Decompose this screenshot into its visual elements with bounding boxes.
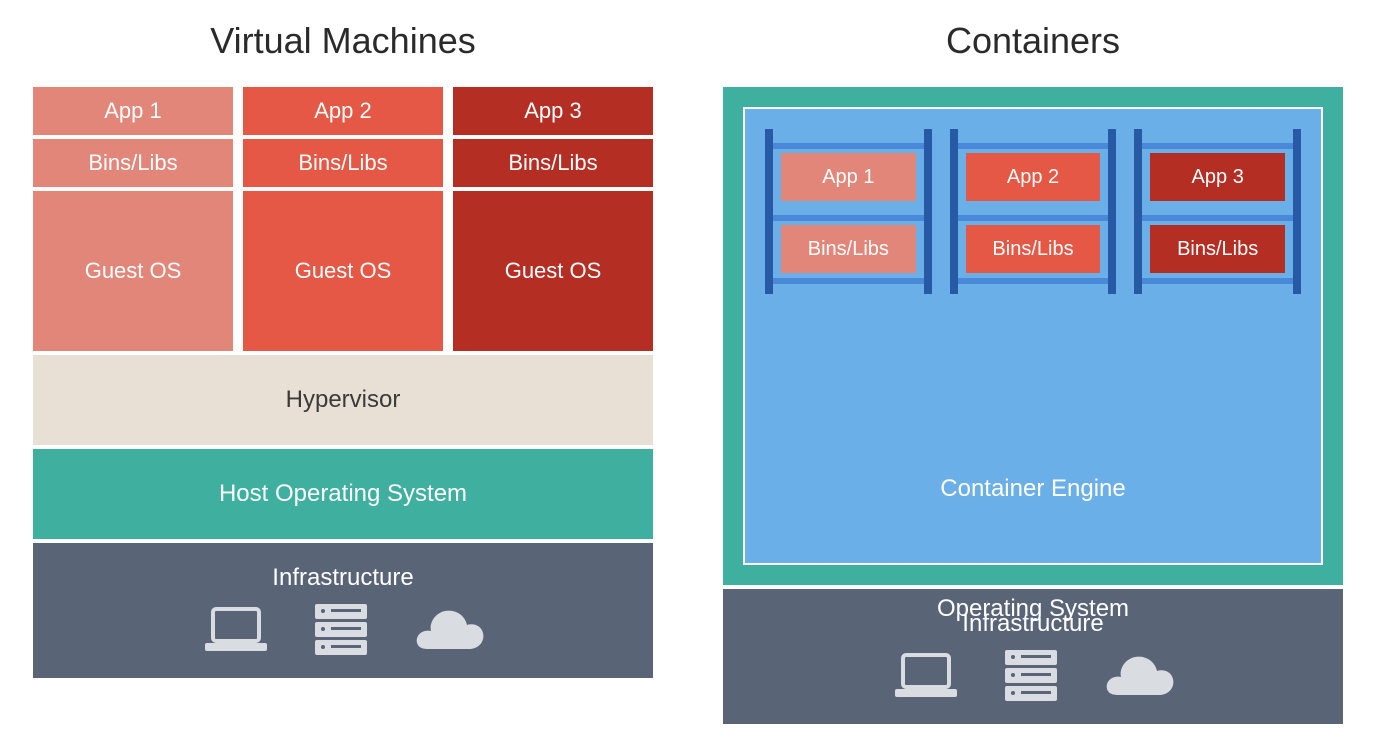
server-icon: [311, 602, 371, 657]
rack-rail-icon: [1108, 129, 1116, 294]
rack-shelf-icon: [958, 215, 1109, 221]
rack-shelf-icon: [958, 143, 1109, 149]
rack-shelf-icon: [1142, 215, 1293, 221]
vm-libs-3: Bins/Libs: [453, 139, 653, 187]
vm-col-1: App 1 Bins/Libs Guest OS: [33, 87, 233, 351]
vm-app-2: App 2: [243, 87, 443, 135]
ct-infra-icons: [891, 648, 1176, 703]
ct-app-3: App 3: [1150, 153, 1285, 201]
rack-shelf-icon: [773, 215, 924, 221]
ct-frame-1: App 1 Bins/Libs: [765, 129, 932, 294]
vm-apps-row: App 1 Bins/Libs Guest OS App 2 Bins/Libs…: [33, 87, 653, 351]
ct-apps-row: App 1 Bins/Libs App 2 Bins/Libs: [745, 109, 1321, 294]
ct-engine-label: Container Engine: [940, 475, 1125, 503]
laptop-icon: [201, 605, 271, 655]
vm-guestos-3: Guest OS: [453, 191, 653, 351]
vm-infra-icons: [201, 602, 486, 657]
server-icon: [1001, 648, 1061, 703]
vm-col-3: App 3 Bins/Libs Guest OS: [453, 87, 653, 351]
ct-outer-teal: App 1 Bins/Libs App 2 Bins/Libs: [723, 87, 1343, 585]
vm-libs-1: Bins/Libs: [33, 139, 233, 187]
ct-libs-3: Bins/Libs: [1150, 225, 1285, 273]
ct-libs-1: Bins/Libs: [781, 225, 916, 273]
rack-shelf-icon: [773, 278, 924, 284]
cloud-icon: [411, 605, 486, 655]
ct-infrastructure: Infrastructure: [723, 589, 1343, 724]
vm-guestos-2: Guest OS: [243, 191, 443, 351]
vm-app-1: App 1: [33, 87, 233, 135]
rack-shelf-icon: [1142, 143, 1293, 149]
vm-stack: Virtual Machines App 1 Bins/Libs Guest O…: [33, 20, 653, 724]
ct-infra-label: Infrastructure: [962, 610, 1103, 638]
vm-host-os: Host Operating System: [33, 449, 653, 539]
vm-hypervisor: Hypervisor: [33, 355, 653, 445]
ct-app-2: App 2: [966, 153, 1101, 201]
ct-libs-2: Bins/Libs: [966, 225, 1101, 273]
rack-shelf-icon: [958, 278, 1109, 284]
vm-libs-2: Bins/Libs: [243, 139, 443, 187]
rack-rail-icon: [1134, 129, 1142, 294]
ct-frame-3: App 3 Bins/Libs: [1134, 129, 1301, 294]
vm-infra-label: Infrastructure: [272, 564, 413, 592]
laptop-icon: [891, 651, 961, 701]
vm-title: Virtual Machines: [33, 20, 653, 62]
ct-title: Containers: [723, 20, 1343, 62]
rack-rail-icon: [1293, 129, 1301, 294]
ct-app-1: App 1: [781, 153, 916, 201]
vm-col-2: App 2 Bins/Libs Guest OS: [243, 87, 443, 351]
rack-rail-icon: [924, 129, 932, 294]
rack-shelf-icon: [1142, 278, 1293, 284]
vm-app-3: App 3: [453, 87, 653, 135]
rack-shelf-icon: [773, 143, 924, 149]
ct-frame-2: App 2 Bins/Libs: [950, 129, 1117, 294]
cloud-icon: [1101, 651, 1176, 701]
rack-rail-icon: [950, 129, 958, 294]
vm-infrastructure: Infrastructure: [33, 543, 653, 678]
ct-stack: Containers App 1 Bins/Libs: [723, 20, 1343, 724]
vm-guestos-1: Guest OS: [33, 191, 233, 351]
rack-rail-icon: [765, 129, 773, 294]
ct-engine-box: App 1 Bins/Libs App 2 Bins/Libs: [743, 107, 1323, 565]
